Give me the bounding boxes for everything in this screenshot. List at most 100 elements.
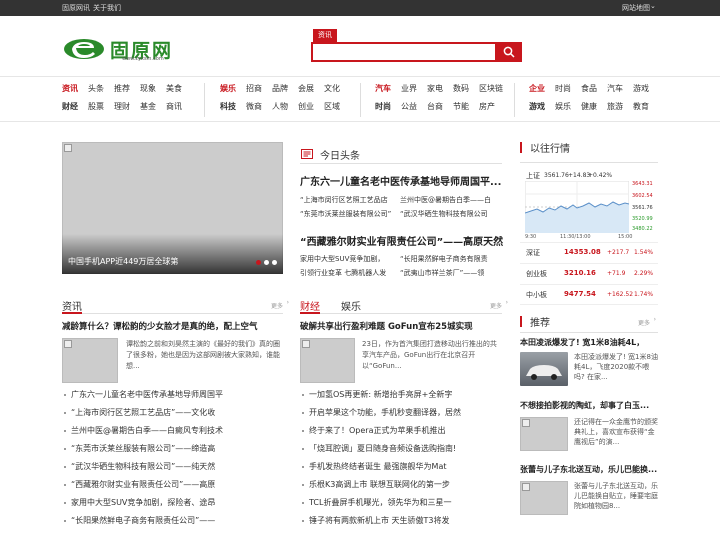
finance-lead-title[interactable]: 破解共享出行盈利难题 GoFun宣布25城实现 bbox=[300, 320, 505, 332]
nav-item[interactable]: 头条 bbox=[88, 83, 104, 98]
nav-item[interactable]: 会展 bbox=[298, 83, 314, 98]
nav-item[interactable]: 现象 bbox=[140, 83, 156, 98]
nav-item[interactable]: 汽车 bbox=[375, 83, 391, 98]
nav-item[interactable]: 房产 bbox=[479, 101, 495, 116]
nav-item[interactable]: 区域 bbox=[324, 101, 340, 116]
list-item[interactable]: 兰州中医@暑期告白季——白癜风专利技术 bbox=[62, 422, 283, 440]
list-item[interactable]: 一加氢OS再更新: 新增抬手亮屏+全新字 bbox=[300, 386, 505, 404]
recommend-item-image[interactable] bbox=[520, 417, 568, 451]
nav-item[interactable]: 台商 bbox=[427, 101, 443, 116]
finance-lead-image[interactable] bbox=[300, 338, 355, 383]
list-item[interactable]: “长阳果然鲜电子商务有限责任公司”—— bbox=[62, 512, 283, 530]
list-item[interactable]: “东莞市沃莱丝服装有限公司”——缔造高 bbox=[62, 440, 283, 458]
tab-entertainment[interactable]: 娱乐 bbox=[341, 298, 361, 313]
nav-item[interactable]: 旅游 bbox=[607, 101, 623, 116]
nav-item[interactable]: 商讯 bbox=[166, 101, 182, 116]
slider-caption[interactable]: 中国手机APP近449万居全球第 bbox=[68, 256, 178, 267]
list-item[interactable]: TCL折叠屏手机曝光，领先华为和三星一 bbox=[300, 494, 505, 512]
table-row[interactable]: 中小板 9477.54 +162.52 1.74% bbox=[520, 284, 658, 305]
list-item[interactable]: “西藏雅尔财实业有限责任公司”——高原 bbox=[62, 476, 283, 494]
tab-finance[interactable]: 财经 bbox=[300, 298, 320, 313]
chevron-right-icon[interactable]: › bbox=[287, 299, 289, 306]
list-item[interactable]: 广东六一儿童名老中医传承基地导师周国平 bbox=[62, 386, 283, 404]
nav-item[interactable]: 娱乐 bbox=[555, 101, 571, 116]
nav-item[interactable]: 品牌 bbox=[272, 83, 288, 98]
nav-item[interactable]: 文化 bbox=[324, 83, 340, 98]
recommend-item-image[interactable] bbox=[520, 352, 568, 386]
nav-item[interactable]: 招商 bbox=[246, 83, 262, 98]
list-item[interactable]: 开启苹果这个功能，手机秒变翻译器，居然 bbox=[300, 404, 505, 422]
list-item[interactable]: 手机发热终结者诞生 最强旗舰华为Mat bbox=[300, 458, 505, 476]
recommend-more-link[interactable]: 更多 bbox=[638, 318, 650, 327]
list-item[interactable]: 终于来了！Opera正式为苹果手机推出 bbox=[300, 422, 505, 440]
search-input[interactable] bbox=[311, 42, 495, 62]
site-logo[interactable]: 固原网 www.zyxsm.com bbox=[62, 36, 214, 62]
topbar-link-news[interactable]: 固原网讯 bbox=[62, 3, 90, 13]
hero-slider[interactable]: 中国手机APP近449万居全球第 bbox=[62, 142, 283, 274]
recommend-item-image[interactable] bbox=[520, 481, 568, 515]
headline-link[interactable]: “上海市闵行区艺照工艺品店 bbox=[300, 195, 388, 205]
list-item[interactable]: 乐根K3高调上市 联想互联网化的第一步 bbox=[300, 476, 505, 494]
nav-item[interactable]: 家电 bbox=[427, 83, 443, 98]
search-category-tab[interactable]: 资讯 bbox=[313, 29, 337, 42]
slider-dot[interactable] bbox=[256, 260, 261, 265]
topbar-link-about[interactable]: 关于我们 bbox=[93, 3, 121, 13]
nav-item[interactable]: 节能 bbox=[453, 101, 469, 116]
list-item[interactable]: 家用中大型SUV竞争加剧，探险者、途昂 bbox=[62, 494, 283, 512]
list-item[interactable]: “武汉华硒生物科技有限公司”——纯天然 bbox=[62, 458, 283, 476]
table-row[interactable]: 深证 14353.08 +217.7 1.54% bbox=[520, 242, 658, 263]
nav-item[interactable]: 教育 bbox=[633, 101, 649, 116]
list-item[interactable]: “上海市闵行区艺照工艺品店”——文化收 bbox=[62, 404, 283, 422]
news-lead-image[interactable] bbox=[62, 338, 118, 383]
chevron-right-icon[interactable]: › bbox=[654, 316, 656, 323]
chevron-right-icon[interactable]: › bbox=[506, 299, 508, 306]
nav-item[interactable]: 业界 bbox=[401, 83, 417, 98]
nav-item[interactable]: 科技 bbox=[220, 101, 236, 116]
nav-item[interactable]: 时尚 bbox=[375, 101, 391, 116]
recommend-item-title[interactable]: 本田凌派爆发了! 宽1米8油耗4L， bbox=[520, 337, 658, 348]
headline-title[interactable]: “西藏雅尔财实业有限责任公司”——高原天然 bbox=[300, 233, 505, 248]
nav-item[interactable]: 公益 bbox=[401, 101, 417, 116]
nav-item[interactable]: 区块链 bbox=[479, 83, 503, 98]
nav-item[interactable]: 娱乐 bbox=[220, 83, 236, 98]
headline-title[interactable]: 广东六一儿童名老中医传承基地导师周国平... bbox=[300, 173, 505, 188]
nav-item[interactable]: 时尚 bbox=[555, 83, 571, 98]
recommend-item-title[interactable]: 不想接拍影视的陶虹，却事了白玉... bbox=[520, 400, 658, 411]
nav-item[interactable]: 股票 bbox=[88, 101, 104, 116]
topbar-sitemap[interactable]: 网站地图 bbox=[622, 3, 650, 13]
news-lead-title[interactable]: 减龄算什么？谭松韵的少女脸才是真的绝，配上空气 bbox=[62, 320, 283, 332]
news-section-title[interactable]: 资讯 bbox=[62, 298, 82, 313]
recommend-item-title[interactable]: 张蕾与儿子东北送互动，乐儿巴能换... bbox=[520, 464, 658, 475]
nav-item[interactable]: 企业 bbox=[529, 83, 545, 98]
headline-link[interactable]: 引领行业变革 七腾机器人发 bbox=[300, 268, 386, 278]
market-chart-panel[interactable]: 上证 3561.76 +14.83 +0.42% 3643.31 3602.54… bbox=[520, 162, 658, 242]
nav-item[interactable]: 人物 bbox=[272, 101, 288, 116]
nav-item[interactable]: 游戏 bbox=[633, 83, 649, 98]
nav-item[interactable]: 理财 bbox=[114, 101, 130, 116]
news-more-link[interactable]: 更多 bbox=[271, 301, 283, 310]
headline-link[interactable]: “长阳果然鲜电子商务有限责 bbox=[400, 254, 488, 264]
nav-item[interactable]: 健康 bbox=[581, 101, 597, 116]
headline-link[interactable]: “东莞市沃莱丝服装有限公司” bbox=[300, 209, 391, 219]
nav-item[interactable]: 游戏 bbox=[529, 101, 545, 116]
nav-item[interactable]: 数码 bbox=[453, 83, 469, 98]
slider-dot[interactable] bbox=[264, 260, 269, 265]
nav-item[interactable]: 资讯 bbox=[62, 83, 78, 98]
finance-more-link[interactable]: 更多 bbox=[490, 301, 502, 310]
nav-item[interactable]: 基金 bbox=[140, 101, 156, 116]
table-row[interactable]: 创业板 3210.16 +71.9 2.29% bbox=[520, 263, 658, 284]
nav-item[interactable]: 推荐 bbox=[114, 83, 130, 98]
nav-item[interactable]: 财经 bbox=[62, 101, 78, 116]
headline-link[interactable]: “武夷山市祥兰茶厂”——领 bbox=[400, 268, 484, 278]
nav-item[interactable]: 创业 bbox=[298, 101, 314, 116]
list-item[interactable]: 锤子将有两款新机上市 天生骄傲T3将发 bbox=[300, 512, 505, 530]
chevron-down-icon[interactable]: ⌄ bbox=[650, 2, 656, 10]
headline-link[interactable]: 兰州中医@暑期告白季——白 bbox=[400, 195, 491, 205]
headline-link[interactable]: “武汉华硒生物科技有限公司 bbox=[400, 209, 488, 219]
nav-item[interactable]: 食品 bbox=[581, 83, 597, 98]
list-item[interactable]: 「烧耳腔调」夏日随身音频设备选购指南! bbox=[300, 440, 505, 458]
headline-link[interactable]: 家用中大型SUV竞争加剧， bbox=[300, 254, 384, 264]
slider-dot[interactable] bbox=[272, 260, 277, 265]
nav-item[interactable]: 汽车 bbox=[607, 83, 623, 98]
nav-item[interactable]: 美食 bbox=[166, 83, 182, 98]
